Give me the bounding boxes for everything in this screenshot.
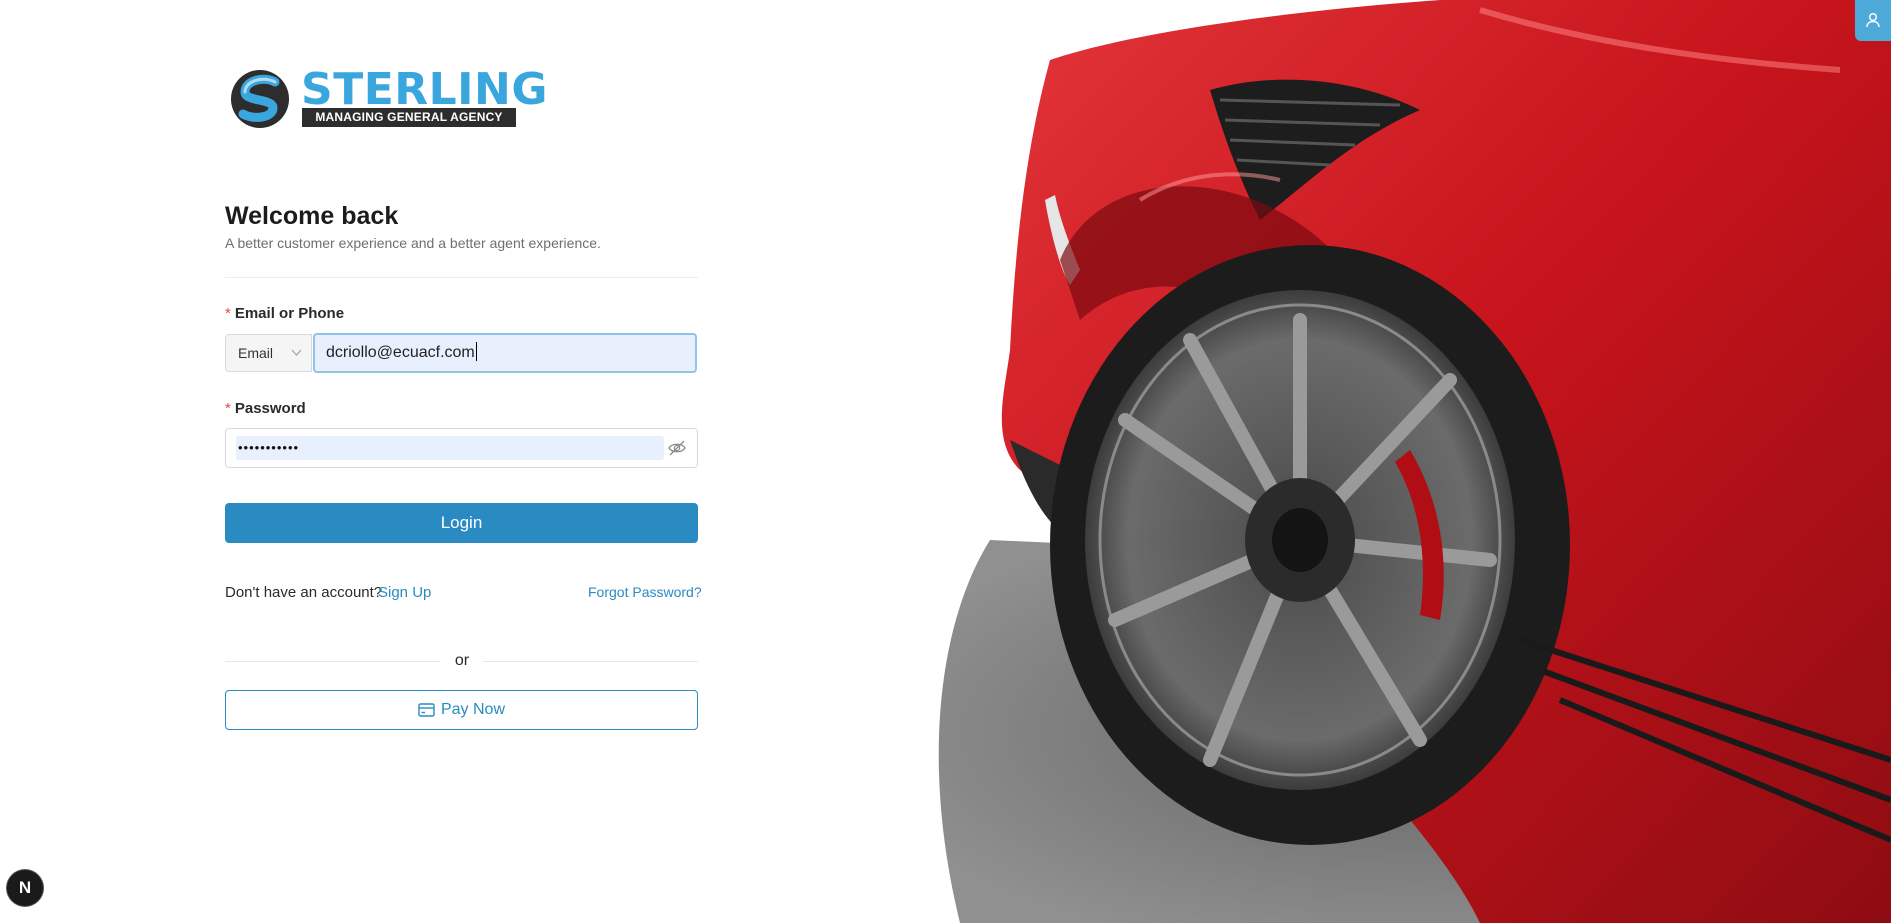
pay-now-button[interactable]: Pay Now [225, 690, 698, 730]
brand-tagline: MANAGING GENERAL AGENCY [302, 108, 516, 127]
or-separator: or [454, 652, 470, 669]
login-type-select[interactable]: Email [225, 334, 312, 372]
user-icon [1866, 13, 1880, 28]
email-input[interactable]: dcriollo@ecuacf.com [313, 333, 697, 373]
login-type-value: Email [238, 345, 274, 361]
brand-logo: STERLING MANAGING GENERAL AGENCY [229, 64, 548, 132]
required-mark: * [225, 305, 231, 322]
user-menu-button[interactable] [1855, 0, 1891, 41]
forgot-password-link[interactable]: Forgot Password? [588, 584, 702, 600]
text-caret [475, 342, 477, 361]
credit-card-icon [418, 703, 435, 717]
sign-up-link[interactable]: Sign Up [378, 584, 431, 601]
email-value: dcriollo@ecuacf.com [326, 344, 475, 361]
password-input[interactable]: ••••••••••• [225, 428, 698, 468]
page-subtitle: A better customer experience and a bette… [225, 235, 601, 251]
login-button[interactable]: Login [225, 503, 698, 543]
chevron-down-icon [291, 335, 302, 385]
divider [483, 661, 698, 662]
no-account-text: Don't have an account? [225, 584, 383, 601]
hero-car-image [938, 0, 1891, 923]
required-mark: * [225, 400, 231, 417]
email-label: * Email or Phone [225, 305, 345, 322]
dev-tools-badge[interactable]: N [7, 870, 43, 906]
eye-off-icon[interactable] [667, 439, 687, 457]
pay-now-label: Pay Now [440, 701, 506, 718]
page-title: Welcome back [225, 202, 399, 230]
password-label: * Password [225, 400, 306, 417]
divider [225, 277, 698, 278]
sterling-logo-mark-icon [231, 70, 289, 128]
password-value: ••••••••••• [236, 436, 664, 460]
divider [225, 661, 440, 662]
login-panel: STERLING MANAGING GENERAL AGENCY Welcome… [0, 0, 880, 923]
